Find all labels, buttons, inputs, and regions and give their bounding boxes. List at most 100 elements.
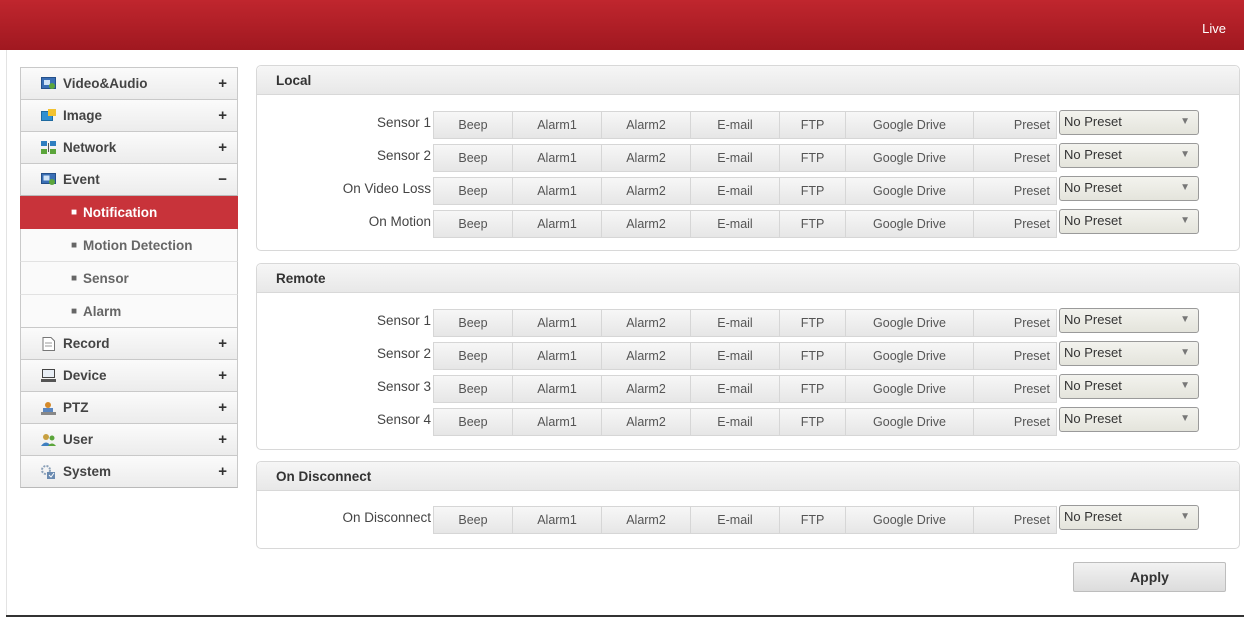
alarm2-button[interactable]: Alarm2 <box>601 408 691 436</box>
preset-select[interactable]: No Preset ▼ <box>1059 143 1199 168</box>
email-button[interactable]: E-mail <box>690 506 780 534</box>
beep-button[interactable]: Beep <box>433 177 513 205</box>
sidebar-item-device[interactable]: Device + <box>20 359 238 392</box>
email-button[interactable]: E-mail <box>690 309 780 337</box>
alarm1-button[interactable]: Alarm1 <box>512 111 602 139</box>
google-drive-button[interactable]: Google Drive <box>845 408 974 436</box>
preset-select[interactable]: No Preset ▼ <box>1059 374 1199 399</box>
expand-icon[interactable]: + <box>218 367 227 384</box>
preset-button[interactable]: Preset <box>973 309 1057 337</box>
ftp-button[interactable]: FTP <box>779 375 846 403</box>
preset-button[interactable]: Preset <box>973 375 1057 403</box>
alarm2-button[interactable]: Alarm2 <box>601 111 691 139</box>
preset-select[interactable]: No Preset ▼ <box>1059 407 1199 432</box>
google-drive-button[interactable]: Google Drive <box>845 309 974 337</box>
beep-button[interactable]: Beep <box>433 342 513 370</box>
dropdown-arrow-icon: ▼ <box>1180 314 1190 325</box>
sidebar-item-user[interactable]: User + <box>20 423 238 456</box>
alarm1-button[interactable]: Alarm1 <box>512 144 602 172</box>
beep-button[interactable]: Beep <box>433 506 513 534</box>
preset-select[interactable]: No Preset ▼ <box>1059 341 1199 366</box>
google-drive-button[interactable]: Google Drive <box>845 111 974 139</box>
expand-icon[interactable]: + <box>218 399 227 416</box>
sidebar-subitem-notification[interactable]: ■ Notification <box>20 196 238 229</box>
expand-icon[interactable]: + <box>218 335 227 352</box>
sidebar-item-event[interactable]: Event − <box>20 163 238 196</box>
sidebar-subitem-motion-detection[interactable]: ■ Motion Detection <box>20 229 238 262</box>
email-button[interactable]: E-mail <box>690 375 780 403</box>
email-button[interactable]: E-mail <box>690 144 780 172</box>
ftp-button[interactable]: FTP <box>779 342 846 370</box>
beep-button[interactable]: Beep <box>433 408 513 436</box>
expand-icon[interactable]: + <box>218 139 227 156</box>
sidebar-item-system[interactable]: System + <box>20 455 238 488</box>
sidebar-item-image[interactable]: Image + <box>20 99 238 132</box>
preset-button[interactable]: Preset <box>973 111 1057 139</box>
ftp-button[interactable]: FTP <box>779 111 846 139</box>
apply-button[interactable]: Apply <box>1073 562 1226 592</box>
preset-select[interactable]: No Preset ▼ <box>1059 176 1199 201</box>
ftp-button[interactable]: FTP <box>779 210 846 238</box>
google-drive-button[interactable]: Google Drive <box>845 177 974 205</box>
beep-button[interactable]: Beep <box>433 210 513 238</box>
email-button[interactable]: E-mail <box>690 177 780 205</box>
sidebar-item-label: System <box>63 464 112 479</box>
preset-select[interactable]: No Preset ▼ <box>1059 209 1199 234</box>
sidebar-subitem-sensor[interactable]: ■ Sensor <box>20 262 238 295</box>
sidebar-item-record[interactable]: Record + <box>20 327 238 360</box>
alarm2-button[interactable]: Alarm2 <box>601 177 691 205</box>
alarm2-button[interactable]: Alarm2 <box>601 342 691 370</box>
alarm1-button[interactable]: Alarm1 <box>512 408 602 436</box>
remote-panel: Remote Sensor 1 Beep Alarm1 Alarm2 E-mai… <box>256 263 1240 450</box>
alarm2-button[interactable]: Alarm2 <box>601 210 691 238</box>
ftp-button[interactable]: FTP <box>779 144 846 172</box>
alarm2-button[interactable]: Alarm2 <box>601 144 691 172</box>
expand-icon[interactable]: + <box>218 75 227 92</box>
alarm2-button[interactable]: Alarm2 <box>601 309 691 337</box>
alarm1-button[interactable]: Alarm1 <box>512 342 602 370</box>
sidebar-item-video-audio[interactable]: Video&Audio + <box>20 67 238 100</box>
preset-button[interactable]: Preset <box>973 144 1057 172</box>
expand-icon[interactable]: + <box>218 463 227 480</box>
ftp-button[interactable]: FTP <box>779 408 846 436</box>
alarm2-button[interactable]: Alarm2 <box>601 375 691 403</box>
beep-button[interactable]: Beep <box>433 309 513 337</box>
beep-button[interactable]: Beep <box>433 111 513 139</box>
row-label: Sensor 1 <box>376 313 431 328</box>
ftp-button[interactable]: FTP <box>779 309 846 337</box>
ftp-button[interactable]: FTP <box>779 177 846 205</box>
alarm1-button[interactable]: Alarm1 <box>512 506 602 534</box>
expand-icon[interactable]: + <box>218 107 227 124</box>
google-drive-button[interactable]: Google Drive <box>845 342 974 370</box>
google-drive-button[interactable]: Google Drive <box>845 210 974 238</box>
expand-icon[interactable]: + <box>218 431 227 448</box>
google-drive-button[interactable]: Google Drive <box>845 144 974 172</box>
email-button[interactable]: E-mail <box>690 408 780 436</box>
preset-select[interactable]: No Preset ▼ <box>1059 110 1199 135</box>
alarm2-button[interactable]: Alarm2 <box>601 506 691 534</box>
preset-button[interactable]: Preset <box>973 177 1057 205</box>
sidebar-item-ptz[interactable]: PTZ + <box>20 391 238 424</box>
alarm1-button[interactable]: Alarm1 <box>512 177 602 205</box>
google-drive-button[interactable]: Google Drive <box>845 506 974 534</box>
email-button[interactable]: E-mail <box>690 210 780 238</box>
sidebar-subitem-alarm[interactable]: ■ Alarm <box>20 295 238 328</box>
ftp-button[interactable]: FTP <box>779 506 846 534</box>
preset-button[interactable]: Preset <box>973 210 1057 238</box>
preset-button[interactable]: Preset <box>973 342 1057 370</box>
beep-button[interactable]: Beep <box>433 375 513 403</box>
beep-button[interactable]: Beep <box>433 144 513 172</box>
email-button[interactable]: E-mail <box>690 342 780 370</box>
preset-select[interactable]: No Preset ▼ <box>1059 505 1199 530</box>
sidebar-item-network[interactable]: Network + <box>20 131 238 164</box>
collapse-icon[interactable]: − <box>218 171 227 188</box>
preset-button[interactable]: Preset <box>973 506 1057 534</box>
alarm1-button[interactable]: Alarm1 <box>512 309 602 337</box>
preset-select[interactable]: No Preset ▼ <box>1059 308 1199 333</box>
live-link[interactable]: Live <box>1202 21 1226 36</box>
email-button[interactable]: E-mail <box>690 111 780 139</box>
alarm1-button[interactable]: Alarm1 <box>512 210 602 238</box>
google-drive-button[interactable]: Google Drive <box>845 375 974 403</box>
preset-button[interactable]: Preset <box>973 408 1057 436</box>
alarm1-button[interactable]: Alarm1 <box>512 375 602 403</box>
